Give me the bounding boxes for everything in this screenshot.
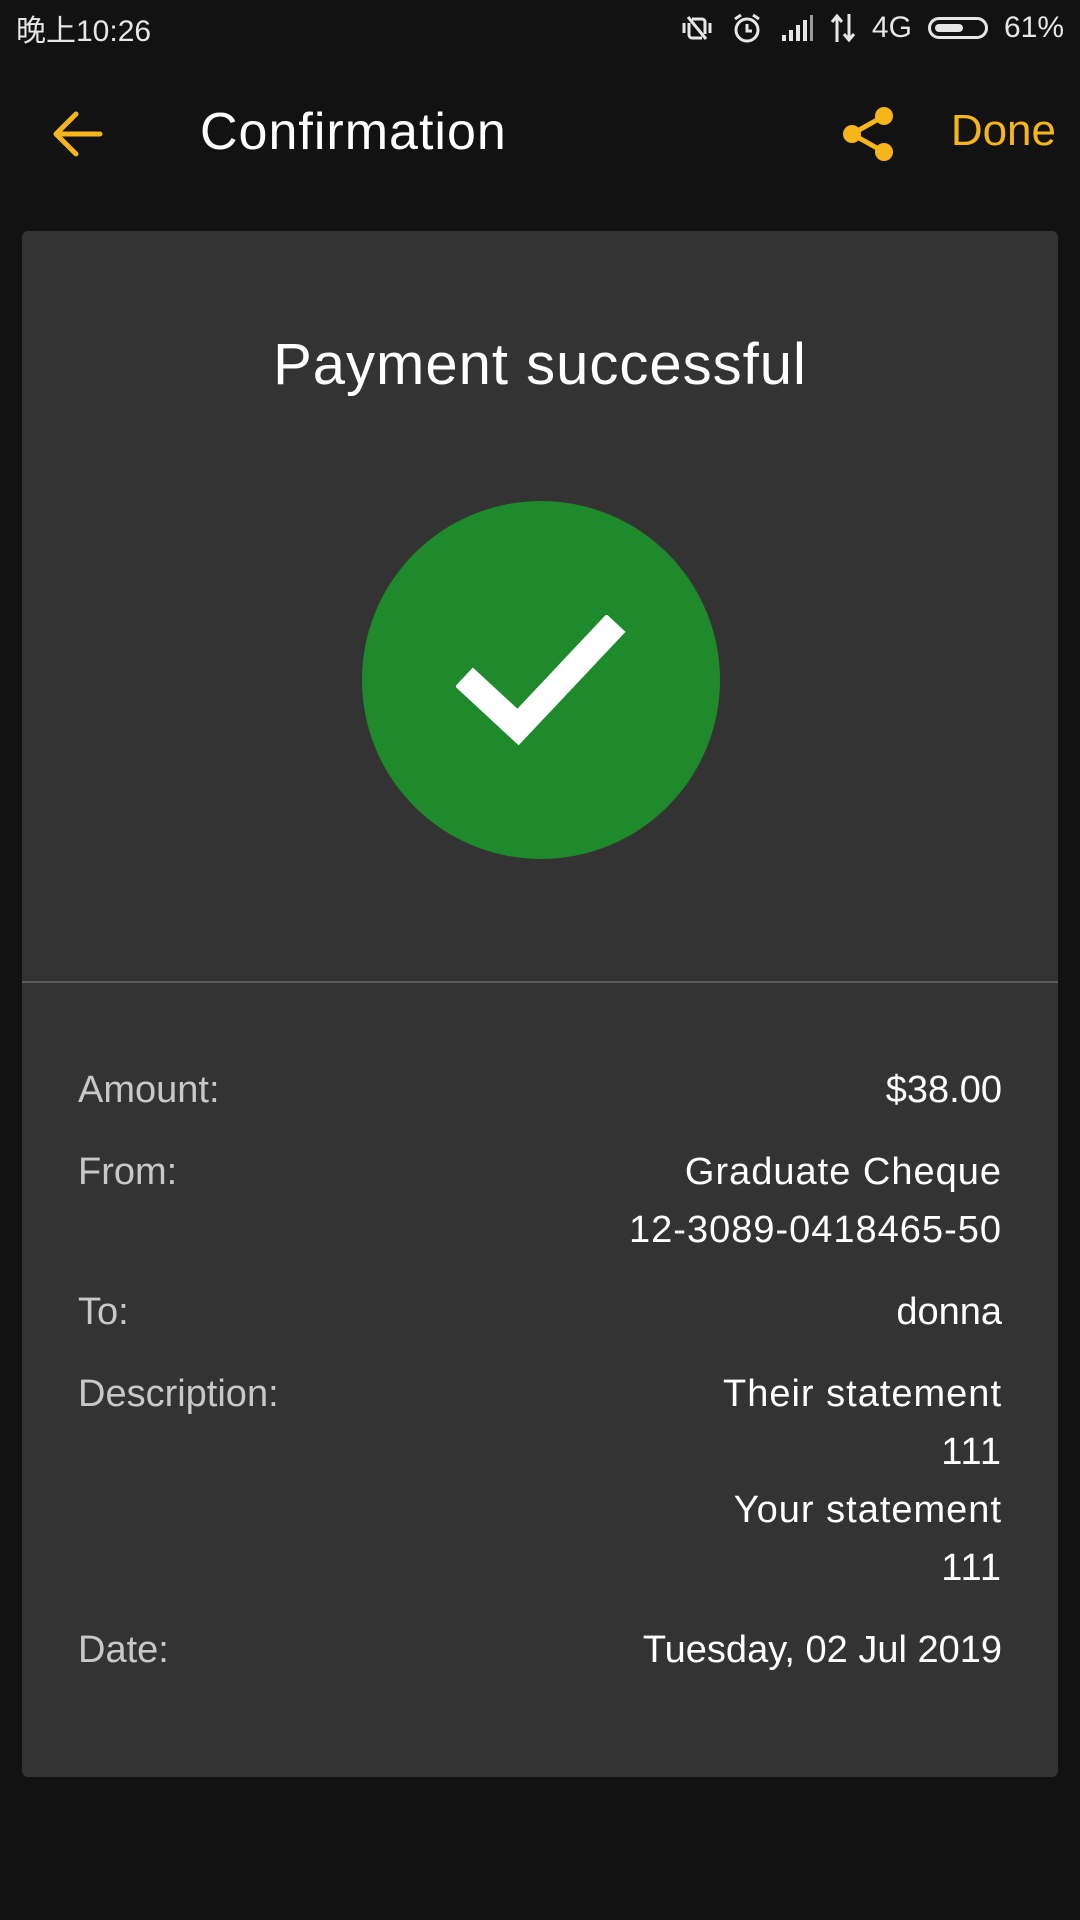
amount-value: $38.00 [885,1069,1002,1111]
to-value: donna [896,1291,1002,1333]
from-label: From: [78,1151,178,1193]
signal-icon [780,13,814,43]
description-label: Description: [78,1373,279,1415]
share-icon [843,107,893,161]
status-bar: 晚上10:26 4G 61% [0,0,1080,56]
page-title: Confirmation [200,103,507,161]
confirmation-card: Payment successful Amount: $38.00 From: … [22,231,1058,1777]
from-account-name: Graduate Cheque [684,1151,1002,1193]
card-header: Payment successful [22,231,1058,983]
alarm-icon [730,11,764,45]
detail-row-date: Date: Tuesday, 02 Jul 2019 [78,1621,1002,1679]
status-right: 4G 61% [680,11,1064,45]
to-label: To: [78,1291,129,1333]
confirmation-screen: 晚上10:26 4G 61% Confirmation Done Payment… [0,0,1080,1920]
from-value: Graduate Cheque 12-3089-0418465-50 [629,1143,1002,1259]
done-button[interactable]: Done [951,106,1056,156]
back-button[interactable] [48,104,108,164]
mute-vibrate-icon [680,11,714,45]
payment-details: Amount: $38.00 From: Graduate Cheque 12-… [78,1061,1002,1703]
date-value: Tuesday, 02 Jul 2019 [642,1629,1002,1671]
description-value: Their statement 111 Your statement 111 [723,1365,1002,1597]
status-time: 晚上10:26 [16,15,152,48]
status-left: 晚上10:26 [16,6,151,50]
network-type: 4G [871,11,912,44]
battery-fill [934,24,963,32]
payment-status-title: Payment successful [273,332,807,397]
battery-percent: 61% [1003,11,1064,44]
their-statement-value: 111 [941,1431,1002,1473]
detail-row-amount: Amount: $38.00 [78,1061,1002,1119]
detail-row-to: To: donna [78,1283,1002,1341]
from-account-number: 12-3089-0418465-50 [629,1209,1002,1251]
your-statement-label: Your statement [733,1489,1002,1531]
detail-row-from: From: Graduate Cheque 12-3089-0418465-50 [78,1143,1002,1259]
amount-label: Amount: [78,1069,220,1111]
battery-icon [927,17,988,39]
success-badge [362,501,720,859]
app-bar: Confirmation Done [0,70,1080,195]
data-arrows-icon [830,12,856,44]
detail-row-description: Description: Their statement 111 Your st… [78,1365,1002,1597]
check-icon [456,615,626,745]
your-statement-value: 111 [941,1547,1002,1589]
arrow-left-icon [53,111,103,157]
their-statement-label: Their statement [723,1373,1002,1415]
share-button[interactable] [836,102,900,166]
card-divider [22,981,1058,983]
date-label: Date: [78,1629,169,1671]
